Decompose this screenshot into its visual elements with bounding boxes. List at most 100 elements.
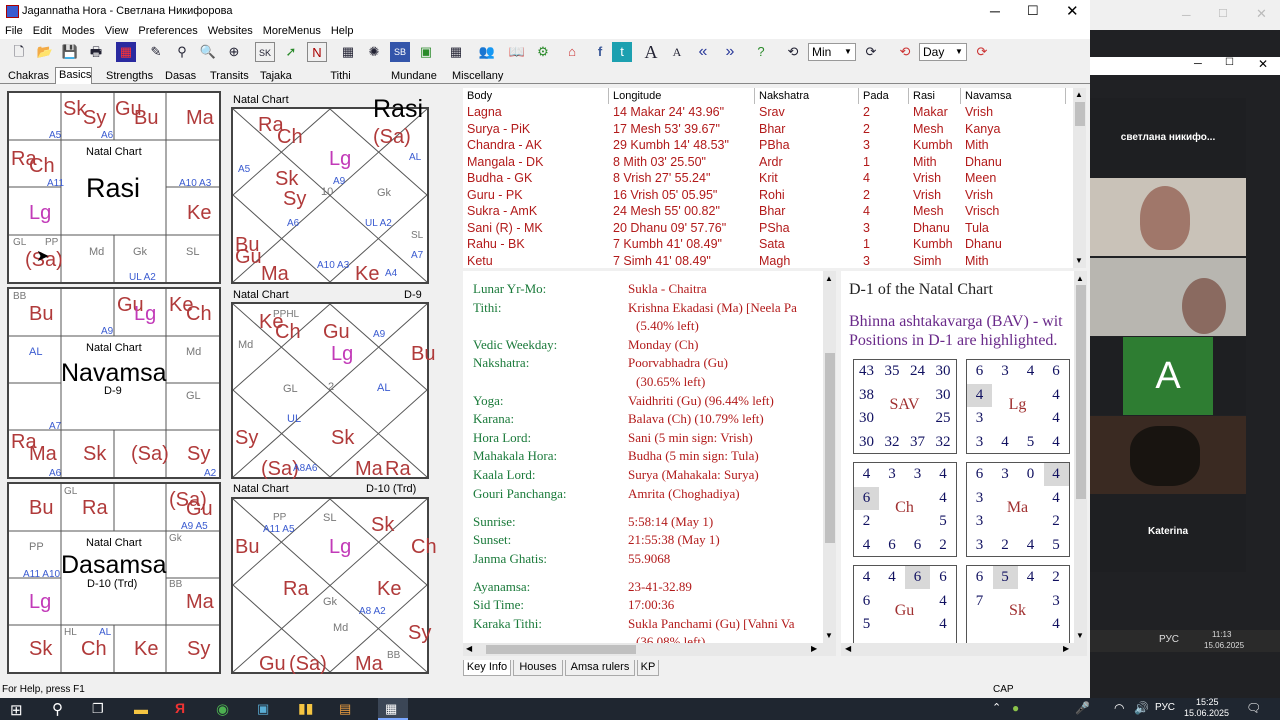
windows-start-icon[interactable]: ⊞ — [10, 701, 23, 719]
microphone-icon[interactable]: 🎤 — [1075, 701, 1090, 715]
maximize-icon[interactable]: ☐ — [1218, 7, 1228, 20]
tab-amsa-rulers[interactable]: Amsa rulers — [565, 660, 635, 676]
tab-transits[interactable]: Transits — [207, 69, 249, 84]
south-chart-navamsa[interactable]: Natal Chart Navamsa D-9 Bu Gu Lg Ke Ch R… — [7, 287, 221, 479]
north-chart-navamsa[interactable]: Ke Ch Gu Lg Bu Sy Sk (Sa) Ma Ra Md GL UL… — [231, 302, 435, 479]
open-folder-icon[interactable]: 📂 — [35, 42, 55, 62]
tray-app-icon[interactable]: ● — [1012, 701, 1019, 715]
maximize-icon[interactable]: ☐ — [1225, 57, 1234, 68]
gears-icon[interactable]: ⚙ — [533, 42, 553, 62]
col-header[interactable]: Rasi — [909, 88, 961, 104]
bav-hscrollbar[interactable] — [841, 643, 1087, 656]
save-icon[interactable]: 💾 — [60, 42, 80, 62]
scroll-right-icon[interactable]: ▶ — [811, 644, 817, 653]
chart-style-icon[interactable]: ▦ — [116, 42, 136, 62]
pointer-icon[interactable]: ➚ — [281, 42, 301, 62]
scroll-down-icon[interactable]: ▼ — [825, 631, 833, 640]
new-file-icon[interactable]: 🗋 — [9, 42, 29, 62]
participant-tile[interactable]: A — [1090, 337, 1246, 415]
menu-edit[interactable]: Edit — [28, 23, 57, 39]
app-icon[interactable]: ▤ — [339, 701, 351, 717]
scroll-up-icon[interactable]: ▲ — [1076, 274, 1084, 283]
back-icon[interactable]: « — [693, 42, 713, 62]
close-icon[interactable]: ✕ — [1258, 57, 1268, 71]
twitter-icon[interactable]: t — [612, 42, 632, 62]
participant-tile[interactable]: Katerina — [1090, 494, 1246, 572]
tab-chakras[interactable]: Chakras — [5, 69, 49, 84]
menu-modes[interactable]: Modes — [57, 23, 100, 39]
tab-mundane[interactable]: Mundane — [388, 69, 438, 84]
tab-key-info[interactable]: Key Info — [463, 660, 511, 676]
menu-view[interactable]: View — [100, 23, 134, 39]
n-icon[interactable]: N — [307, 42, 327, 62]
table-row[interactable]: Sukra - AmK 24 Mesh 55' 00.82" Bhar 4 Mesh Vr… — [463, 203, 1063, 220]
table-row[interactable]: Chandra - AK 29 Kumbh 14' 48.53" PBha 3 Kumb… — [463, 137, 1063, 154]
search-icon[interactable]: ⚲ — [172, 42, 192, 62]
yandex-browser-icon[interactable]: Я — [175, 700, 185, 716]
rewind-day-icon[interactable]: ⟲ — [895, 42, 915, 62]
people-icon[interactable]: 👥 — [477, 42, 497, 62]
table-icon[interactable]: ▦ — [446, 42, 466, 62]
scroll-thumb[interactable] — [1076, 285, 1086, 499]
scroll-thumb[interactable] — [1075, 102, 1085, 126]
volume-icon[interactable]: 🔊 — [1134, 701, 1149, 715]
clock-date[interactable]: 15.06.2025 — [1184, 708, 1229, 718]
participant-tile[interactable]: светлана никифо... — [1090, 98, 1246, 178]
day-select[interactable]: Day ▼ — [919, 43, 967, 61]
inner-clock-time[interactable]: 11:13 — [1212, 630, 1231, 639]
north-chart-dasamsa[interactable]: Bu Lg Sk Ch Ra Ke Sy Gu (Sa) Ma SL Md Gk… — [231, 497, 437, 674]
min-select[interactable]: Min ▼ — [808, 43, 856, 61]
scroll-right-icon[interactable]: ▶ — [1063, 644, 1069, 653]
col-header[interactable]: Longitude — [609, 88, 755, 104]
sun-icon[interactable]: ✺ — [364, 42, 384, 62]
rewind-min-icon[interactable]: ⟲ — [783, 42, 803, 62]
file-explorer-icon[interactable]: ▬ — [134, 701, 148, 717]
table-row[interactable]: Sani (R) - MK 20 Dhanu 09' 57.76" PSha 3 Dha… — [463, 220, 1063, 237]
task-view-icon[interactable]: ❐ — [92, 701, 104, 717]
tab-houses[interactable]: Houses — [513, 660, 563, 676]
scroll-left-icon[interactable]: ◀ — [845, 644, 851, 653]
forward-icon[interactable]: » — [720, 42, 740, 62]
scroll-thumb[interactable] — [486, 645, 636, 654]
maximize-icon[interactable]: ☐ — [1027, 3, 1039, 19]
tab-miscellany[interactable]: Miscellany — [449, 69, 503, 84]
menu-preferences[interactable]: Preferences — [133, 23, 202, 39]
media-app-icon[interactable]: ▣ — [257, 701, 269, 717]
menu-moremenus[interactable]: MoreMenus — [258, 23, 326, 39]
tab-basics[interactable]: Basics — [55, 67, 92, 84]
help-icon[interactable]: ? — [751, 42, 771, 62]
scroll-down-icon[interactable]: ▼ — [1076, 631, 1084, 640]
find-icon[interactable]: 🔍 — [198, 42, 218, 62]
table-row[interactable]: Rahu - BK 7 Kumbh 41' 08.49" Sata 1 Kumbh Dha… — [463, 236, 1063, 253]
table-row[interactable]: Surya - PiK 17 Mesh 53' 39.67" Bhar 2 Mesh Ka… — [463, 121, 1063, 138]
table-row[interactable]: Budha - GK 8 Vrish 27' 55.24" Krit 4 Vrish Me… — [463, 170, 1063, 187]
menu-help[interactable]: Help — [326, 23, 359, 39]
table-row[interactable]: Guru - PK 16 Vrish 05' 05.95" Rohi 2 Vrish Vr… — [463, 187, 1063, 204]
north-chart-rasi[interactable]: Rasi Ra Ch Lg (Sa) Sk Sy Bu Gu Ma Ke Gk … — [231, 97, 429, 284]
chrome-icon[interactable]: ◉ — [216, 700, 229, 718]
participant-video[interactable] — [1090, 178, 1246, 256]
col-header[interactable]: Body — [463, 88, 609, 104]
close-icon[interactable]: ✕ — [1256, 6, 1267, 22]
facebook-icon[interactable]: f — [590, 42, 610, 62]
tab-kp[interactable]: KP — [637, 660, 659, 676]
forward-day-icon[interactable]: ⟳ — [972, 42, 992, 62]
scroll-thumb[interactable] — [825, 353, 835, 543]
tab-dasas[interactable]: Dasas — [162, 69, 196, 84]
table-row[interactable]: Mangala - DK 8 Mith 03' 25.50" Ardr 1 Mith Dh… — [463, 154, 1063, 171]
print-icon[interactable]: 🖶 — [86, 42, 106, 62]
minimize-icon[interactable]: ─ — [990, 3, 1002, 19]
minimize-icon[interactable]: ─ — [1194, 58, 1202, 70]
input-language[interactable]: РУС — [1159, 634, 1179, 645]
book-icon[interactable]: 📖 — [507, 42, 527, 62]
square-icon[interactable]: ▣ — [416, 42, 436, 62]
tab-tithi-pravesha[interactable]: Tithi Pravesha — [305, 69, 376, 96]
inner-clock-date[interactable]: 15.06.2025 — [1204, 641, 1244, 650]
col-header[interactable]: Nakshatra — [755, 88, 859, 104]
forward-min-icon[interactable]: ⟳ — [861, 42, 881, 62]
compass-icon[interactable]: ⊕ — [224, 42, 244, 62]
scroll-down-icon[interactable]: ▼ — [1075, 256, 1083, 265]
sk-icon[interactable]: SK — [255, 42, 275, 62]
table-row[interactable]: Ketu 7 Simh 41' 08.49" Magh 3 Simh Mith — [463, 253, 1063, 270]
close-icon[interactable]: ✕ — [1066, 2, 1079, 20]
